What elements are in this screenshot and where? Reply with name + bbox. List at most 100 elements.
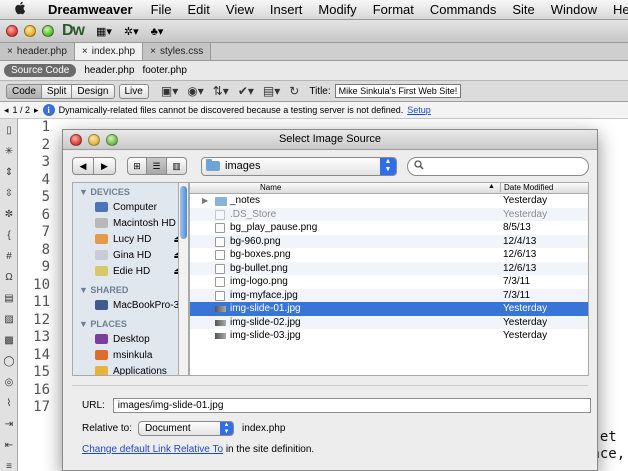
indent-icon[interactable]: ⇥: [2, 418, 16, 432]
file-row-selected[interactable]: img-slide-01.jpg Yesterday: [190, 302, 588, 316]
syntax-error-icon[interactable]: ▤: [2, 292, 16, 306]
column-header-name[interactable]: Name: [260, 183, 281, 192]
column-header-date[interactable]: Date Modified: [500, 183, 553, 192]
design-view-button[interactable]: Design: [72, 83, 115, 99]
file-list: Name ▲ Date Modified ▶ _notes Yesterday .D…: [189, 182, 589, 376]
file-row[interactable]: img-slide-03.jpg Yesterday: [190, 329, 588, 343]
tab-index-php[interactable]: × index.php: [74, 43, 144, 60]
icon-view-button[interactable]: ⊞: [127, 157, 147, 175]
remove-comment-icon[interactable]: ▩: [2, 334, 16, 348]
recent-snippets-icon[interactable]: ◎: [2, 376, 16, 390]
file-row[interactable]: img-slide-02.jpg Yesterday: [190, 315, 588, 329]
sidebar-item-gina-hd[interactable]: Gina HD⏏: [73, 247, 188, 263]
relative-to-select[interactable]: Document ▲ ▼: [138, 421, 235, 436]
file-row[interactable]: bg-boxes.png 12/6/13: [190, 248, 588, 262]
back-button[interactable]: ◀: [72, 157, 94, 175]
select-parent-tag-icon[interactable]: ✼: [2, 208, 16, 222]
highlight-invalid-icon[interactable]: Ω: [2, 271, 16, 285]
related-file-footer[interactable]: footer.php: [142, 65, 186, 76]
live-view-button[interactable]: Live: [118, 83, 149, 99]
setup-link[interactable]: Setup: [407, 105, 431, 115]
tab-styles-css[interactable]: × styles.css: [143, 43, 212, 60]
pager-next-icon[interactable]: ▸: [34, 105, 39, 116]
document-title-input[interactable]: Mike Sinkula's First Web Site!: [334, 84, 462, 98]
file-date: Yesterday: [503, 195, 548, 206]
disclosure-triangle-icon[interactable]: ▶: [202, 194, 208, 208]
sidebar-item-macintosh-hd[interactable]: Macintosh HD: [73, 215, 188, 231]
sidebar-group-places[interactable]: ▼ PLACES: [73, 313, 188, 331]
sidebar-item-macbookpro[interactable]: MacBookPro-34...: [73, 297, 188, 313]
move-css-icon[interactable]: ⌇: [2, 397, 16, 411]
menu-site[interactable]: Site: [512, 2, 534, 17]
visual-aids-icon[interactable]: ▤▾: [263, 84, 280, 98]
file-row[interactable]: img-myface.jpg 7/3/11: [190, 288, 588, 302]
folder-location-popup[interactable]: images ▲ ▼: [201, 156, 397, 176]
site-menu-icon[interactable]: ♣▾: [151, 25, 164, 38]
wrap-tag-icon[interactable]: ◯: [2, 355, 16, 369]
sidebar-group-shared[interactable]: ▼ SHARED: [73, 279, 188, 297]
preview-browser-icon[interactable]: ◉▾: [187, 84, 204, 98]
balance-braces-icon[interactable]: {: [2, 229, 16, 243]
collapse-selection-icon[interactable]: ⇕: [2, 166, 16, 180]
file-row[interactable]: bg-960.png 12/4/13: [190, 234, 588, 248]
sidebar-item-lucy-hd[interactable]: Lucy HD⏏: [73, 231, 188, 247]
pager-prev-icon[interactable]: ◂: [4, 105, 9, 116]
close-icon[interactable]: ×: [150, 46, 156, 57]
outdent-icon[interactable]: ⇤: [2, 439, 16, 453]
code-view-button[interactable]: Code: [6, 83, 42, 99]
menu-window[interactable]: Window: [551, 2, 597, 17]
url-input[interactable]: images/img-slide-01.jpg: [112, 398, 591, 413]
menu-edit[interactable]: Edit: [188, 2, 210, 17]
list-view-button[interactable]: ☰: [147, 157, 167, 175]
menu-view[interactable]: View: [226, 2, 254, 17]
split-view-button[interactable]: Split: [41, 83, 73, 99]
file-row[interactable]: bg_play_pause.png 8/5/13: [190, 221, 588, 235]
apple-menu-icon[interactable]: [14, 1, 26, 18]
source-code-button[interactable]: Source Code: [4, 64, 77, 77]
sidebar-item-applications[interactable]: Applications: [73, 363, 188, 375]
sidebar-item-computer[interactable]: Computer: [73, 199, 188, 215]
scroll-thumb[interactable]: [180, 186, 187, 239]
validate-icon[interactable]: ✔▾: [238, 84, 254, 98]
file-row[interactable]: bg-bullet.png 12/6/13: [190, 261, 588, 275]
refresh-icon[interactable]: ↻: [289, 84, 299, 98]
apply-comment-icon[interactable]: ▨: [2, 313, 16, 327]
minimize-window-button[interactable]: [24, 25, 36, 37]
sidebar-item-edie-hd[interactable]: Edie HD⏏: [73, 263, 188, 279]
sidebar-scrollbar[interactable]: [178, 182, 189, 376]
tab-header-php[interactable]: × header.php: [0, 43, 75, 60]
close-icon[interactable]: ×: [82, 46, 88, 57]
file-management-icon[interactable]: ⇅▾: [213, 84, 229, 98]
file-row[interactable]: img-logo.png 7/3/11: [190, 275, 588, 289]
menu-app-name[interactable]: Dreamweaver: [48, 2, 133, 17]
forward-button[interactable]: ▶: [94, 157, 116, 175]
menu-help[interactable]: Help: [613, 2, 628, 17]
file-row[interactable]: ▶ _notes Yesterday: [190, 194, 588, 208]
extend-menu-icon[interactable]: ✲▾: [124, 25, 139, 38]
sidebar-item-desktop[interactable]: Desktop: [73, 331, 188, 347]
multiscreen-icon[interactable]: ▣▾: [161, 84, 178, 98]
collapse-tag-icon[interactable]: ✳: [2, 145, 16, 159]
close-window-button[interactable]: [6, 25, 18, 37]
menu-modify[interactable]: Modify: [318, 2, 356, 17]
document-icon: [215, 277, 225, 287]
close-icon[interactable]: ×: [7, 46, 13, 57]
menu-insert[interactable]: Insert: [270, 2, 303, 17]
search-input[interactable]: [407, 156, 589, 176]
menu-format[interactable]: Format: [373, 2, 414, 17]
column-view-button[interactable]: ▥: [167, 157, 187, 175]
related-file-header[interactable]: header.php: [84, 65, 134, 76]
change-default-link[interactable]: Change default Link Relative To: [82, 444, 223, 455]
open-documents-icon[interactable]: ▯: [2, 124, 16, 138]
expand-all-icon[interactable]: ⇳: [2, 187, 16, 201]
menu-file[interactable]: File: [151, 2, 172, 17]
sidebar-group-devices[interactable]: ▼ DEVICES: [73, 183, 188, 199]
menu-commands[interactable]: Commands: [430, 2, 496, 17]
format-source-icon[interactable]: ≡: [2, 460, 16, 471]
file-row[interactable]: .DS_Store Yesterday: [190, 207, 588, 221]
group-label: DEVICES: [90, 187, 130, 197]
zoom-window-button[interactable]: [42, 25, 54, 37]
line-numbers-icon[interactable]: #: [2, 250, 16, 264]
layout-menu-icon[interactable]: ▦▾: [96, 25, 112, 38]
sidebar-item-home[interactable]: msinkula: [73, 347, 188, 363]
